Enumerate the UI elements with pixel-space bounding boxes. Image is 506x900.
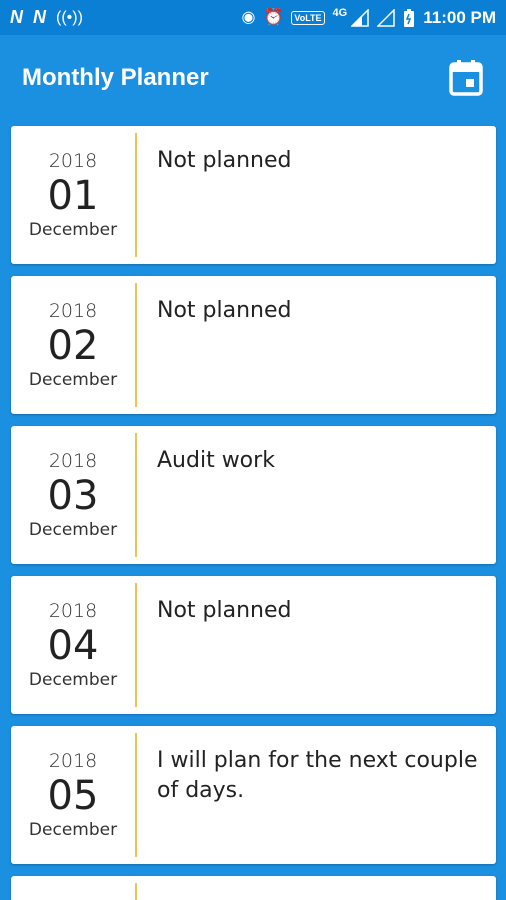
- entry-day: 01: [47, 173, 99, 219]
- entry-year: 2018: [48, 600, 98, 622]
- n-notification-icon: N: [33, 7, 46, 27]
- page-title: Monthly Planner: [22, 63, 209, 91]
- app-bar: Monthly Planner: [0, 35, 506, 120]
- date-block: 2018 04 December: [11, 576, 135, 714]
- date-block: [11, 876, 135, 900]
- entry-month: December: [28, 520, 118, 540]
- calendar-icon: [449, 59, 483, 96]
- date-block: 2018 03 December: [11, 426, 135, 564]
- entry-month: December: [28, 220, 118, 240]
- entry-day: 02: [47, 323, 99, 369]
- entry-year: 2018: [48, 300, 98, 322]
- status-time: 11:00 PM: [423, 7, 496, 27]
- n-notification-icon: N: [10, 7, 23, 27]
- list-item[interactable]: 2018 05 December I will plan for the nex…: [11, 726, 496, 864]
- signal-icon: [377, 8, 395, 27]
- entry-month: December: [28, 670, 118, 690]
- list-item[interactable]: 2018 02 December Not planned: [11, 276, 496, 414]
- date-block: 2018 02 December: [11, 276, 135, 414]
- entry-note: I will plan for the next couple of days.: [157, 748, 478, 803]
- entry-year: 2018: [48, 750, 98, 772]
- list-item[interactable]: 2018 01 December Not planned: [11, 126, 496, 264]
- entry-year: 2018: [48, 150, 98, 172]
- wireless-icon: ◉: [241, 8, 256, 26]
- status-bar: N N ((•)) ◉ ⏰ VoLTE 4G 11:00 PM: [0, 0, 506, 35]
- signal-icon: [351, 8, 369, 27]
- entry-note: Not planned: [157, 298, 292, 323]
- planner-list: 2018 01 December Not planned 2018 02 Dec…: [11, 126, 496, 900]
- entry-note: Not planned: [157, 148, 292, 173]
- entry-note: [137, 876, 496, 900]
- entry-day: 03: [47, 473, 99, 519]
- alarm-icon: ⏰: [263, 8, 284, 26]
- calendar-button[interactable]: [448, 58, 484, 98]
- list-item[interactable]: [11, 876, 496, 900]
- entry-month: December: [28, 820, 118, 840]
- battery-icon: [404, 8, 415, 27]
- list-item[interactable]: 2018 03 December Audit work: [11, 426, 496, 564]
- entry-day: 04: [47, 623, 99, 669]
- list-item[interactable]: 2018 04 December Not planned: [11, 576, 496, 714]
- entry-note: Not planned: [157, 598, 292, 623]
- hotspot-icon: ((•)): [56, 8, 83, 26]
- date-block: 2018 05 December: [11, 726, 135, 864]
- date-block: 2018 01 December: [11, 126, 135, 264]
- entry-day: 05: [47, 773, 99, 819]
- network-type: 4G: [332, 6, 348, 19]
- entry-year: 2018: [48, 450, 98, 472]
- volte-badge: VoLTE: [291, 10, 325, 25]
- entry-month: December: [28, 370, 118, 390]
- entry-note: Audit work: [157, 448, 275, 473]
